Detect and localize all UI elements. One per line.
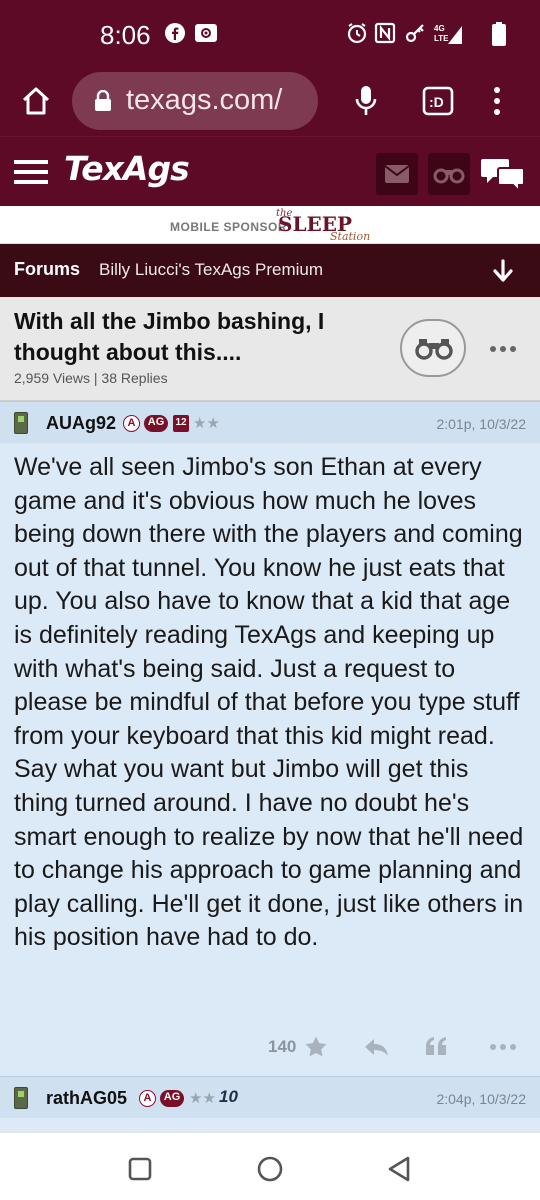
- home-nav-icon[interactable]: [256, 1155, 284, 1183]
- breadcrumb-board-link[interactable]: Billy Liucci's TexAgs Premium: [99, 260, 323, 280]
- envelope-icon: [384, 165, 410, 183]
- quote-icon[interactable]: [424, 1035, 448, 1057]
- sponsor-brand-suffix: Station: [330, 230, 371, 243]
- key-icon: [405, 24, 424, 43]
- signal-icon: 4G LTE: [434, 24, 462, 44]
- ag-badge: AG: [144, 415, 168, 432]
- svg-text:4G: 4G: [434, 24, 445, 33]
- hamburger-menu-icon[interactable]: [14, 159, 48, 185]
- account-badge: A: [139, 1090, 156, 1107]
- recents-icon[interactable]: [128, 1157, 152, 1181]
- twelfth-man-badge: 12: [173, 415, 189, 432]
- overflow-menu-icon[interactable]: [490, 86, 504, 116]
- nfc-icon: [374, 22, 396, 44]
- post-text: We've all seen Jimbo's son Ethan at ever…: [14, 453, 524, 952]
- facebook-icon: [165, 23, 185, 43]
- clock: 8:06: [100, 20, 151, 50]
- star-rating: ★★: [189, 1090, 216, 1107]
- browser-toolbar: texags.com/ :D: [0, 70, 540, 136]
- star-rating: ★★: [193, 415, 220, 432]
- post-body: We've all seen Jimbo's son Ethan at ever…: [0, 443, 540, 1076]
- site-header: TexAgs: [0, 136, 540, 206]
- tab-switcher-icon[interactable]: :D: [422, 86, 454, 116]
- battery-icon: [492, 22, 506, 46]
- more-options-icon[interactable]: [490, 1043, 516, 1051]
- radio-icon: [195, 24, 217, 42]
- ten-year-badge: 10: [219, 1087, 238, 1106]
- breadcrumb: Forums Billy Liucci's TexAgs Premium: [0, 244, 540, 297]
- mobile-device-icon: [14, 1087, 28, 1109]
- back-icon[interactable]: [386, 1155, 412, 1183]
- more-options-icon[interactable]: [490, 345, 516, 353]
- arrow-down-icon[interactable]: [492, 259, 514, 283]
- site-logo[interactable]: TexAgs: [64, 149, 190, 188]
- post-username[interactable]: AUAg92: [46, 413, 116, 434]
- status-bar: 8:06 4G LTE: [0, 0, 540, 70]
- post-body-partial: [0, 1118, 540, 1132]
- binoculars-icon: [433, 168, 465, 184]
- like-count: 140: [268, 1037, 297, 1056]
- address-bar[interactable]: texags.com/: [72, 72, 318, 130]
- post-timestamp: 2:04p, 10/3/22: [436, 1091, 526, 1107]
- messages-button[interactable]: [376, 153, 418, 195]
- reply-icon[interactable]: [364, 1037, 390, 1057]
- chat-bubbles-icon[interactable]: [480, 155, 526, 195]
- breadcrumb-forums-link[interactable]: Forums: [14, 259, 80, 280]
- post-header: AUAg92 A AG 12 ★★ 2:01p, 10/3/22: [0, 401, 540, 443]
- topic-title: With all the Jimbo bashing, I thought ab…: [14, 308, 325, 365]
- microphone-icon[interactable]: [354, 84, 378, 118]
- star-icon[interactable]: [304, 1035, 328, 1059]
- mobile-device-icon: [14, 412, 28, 434]
- home-icon[interactable]: [20, 86, 52, 116]
- post-timestamp: 2:01p, 10/3/22: [436, 416, 526, 432]
- topic-meta: 2,959 Views | 38 Replies: [14, 370, 168, 386]
- system-navigation-bar: [0, 1132, 540, 1200]
- mobile-sponsor-banner[interactable]: MOBILE SPONSOR the SLEEP Station: [0, 206, 540, 244]
- lock-icon: [95, 90, 111, 111]
- post-username[interactable]: rathAG05: [46, 1088, 127, 1109]
- watch-topic-button[interactable]: [400, 319, 466, 377]
- ag-badge: AG: [160, 1090, 184, 1107]
- svg-text::D: :D: [429, 94, 444, 110]
- url-text: texags.com/: [126, 84, 283, 116]
- alarm-icon: [347, 23, 367, 44]
- topic-header: With all the Jimbo bashing, I thought ab…: [0, 297, 540, 401]
- account-badge: A: [123, 415, 140, 432]
- svg-text:LTE: LTE: [434, 34, 449, 43]
- binoculars-icon: [415, 339, 453, 360]
- post-header: rathAG05 A AG ★★ 10 2:04p, 10/3/22: [0, 1076, 540, 1118]
- post-actions: 140: [0, 1027, 540, 1067]
- watchlist-button[interactable]: [428, 153, 470, 195]
- sponsor-label: MOBILE SPONSOR: [170, 220, 288, 234]
